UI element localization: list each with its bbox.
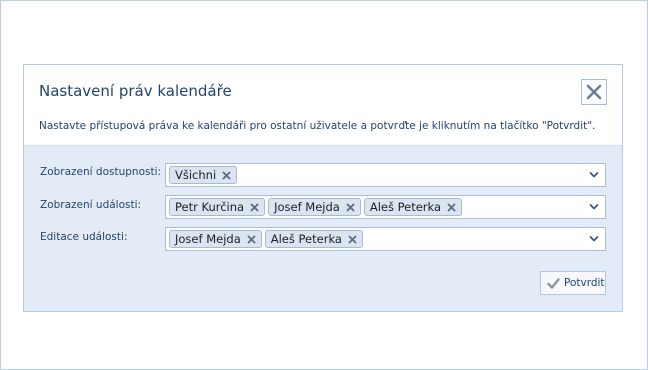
chip-label: Aleš Peterka (369, 200, 442, 214)
dialog-description: Nastavte přístupová práva ke kalendáři p… (39, 120, 596, 132)
chip-label: Josef Mejda (274, 200, 340, 214)
confirm-button[interactable]: Potvrdit (540, 271, 606, 295)
selected-user-chip: Aleš Peterka (363, 198, 463, 216)
remove-x-icon[interactable] (247, 235, 256, 244)
chip-label: Aleš Peterka (270, 232, 342, 246)
remove-x-icon[interactable] (250, 203, 259, 212)
selected-user-chip: Josef Mejda (169, 230, 262, 248)
event-view-select[interactable]: Petr Kurčina Josef Mejda Aleš Peterka (165, 195, 606, 219)
remove-x-icon[interactable] (222, 171, 231, 180)
check-icon (547, 277, 560, 289)
close-button[interactable] (581, 79, 607, 105)
availability-select[interactable]: Všichni (165, 163, 606, 187)
chevron-down-icon[interactable] (589, 203, 599, 211)
selected-user-chip: Aleš Peterka (264, 230, 363, 248)
dialog-header: Nastavení práv kalendáře Nastavte přístu… (24, 65, 622, 146)
selected-user-chip: Josef Mejda (268, 198, 361, 216)
dialog-title: Nastavení práv kalendáře (39, 82, 232, 100)
remove-x-icon[interactable] (348, 235, 357, 244)
remove-x-icon[interactable] (447, 203, 456, 212)
chip-label: Všichni (175, 168, 217, 182)
calendar-permissions-dialog: Nastavení práv kalendáře Nastavte přístu… (23, 64, 623, 312)
chip-label: Josef Mejda (175, 232, 241, 246)
availability-label: Zobrazení dostupnosti: (40, 166, 162, 178)
chevron-down-icon[interactable] (589, 235, 599, 243)
confirm-label: Potvrdit (564, 277, 605, 289)
selected-user-chip: Všichni (169, 166, 238, 184)
event-edit-label: Editace události: (40, 231, 128, 243)
event-view-label: Zobrazení události: (40, 199, 142, 211)
close-icon (586, 84, 602, 100)
selected-user-chip: Petr Kurčina (169, 198, 266, 216)
chevron-down-icon[interactable] (589, 171, 599, 179)
event-edit-select[interactable]: Josef Mejda Aleš Peterka (165, 227, 606, 251)
remove-x-icon[interactable] (346, 203, 355, 212)
chip-label: Petr Kurčina (175, 200, 245, 214)
